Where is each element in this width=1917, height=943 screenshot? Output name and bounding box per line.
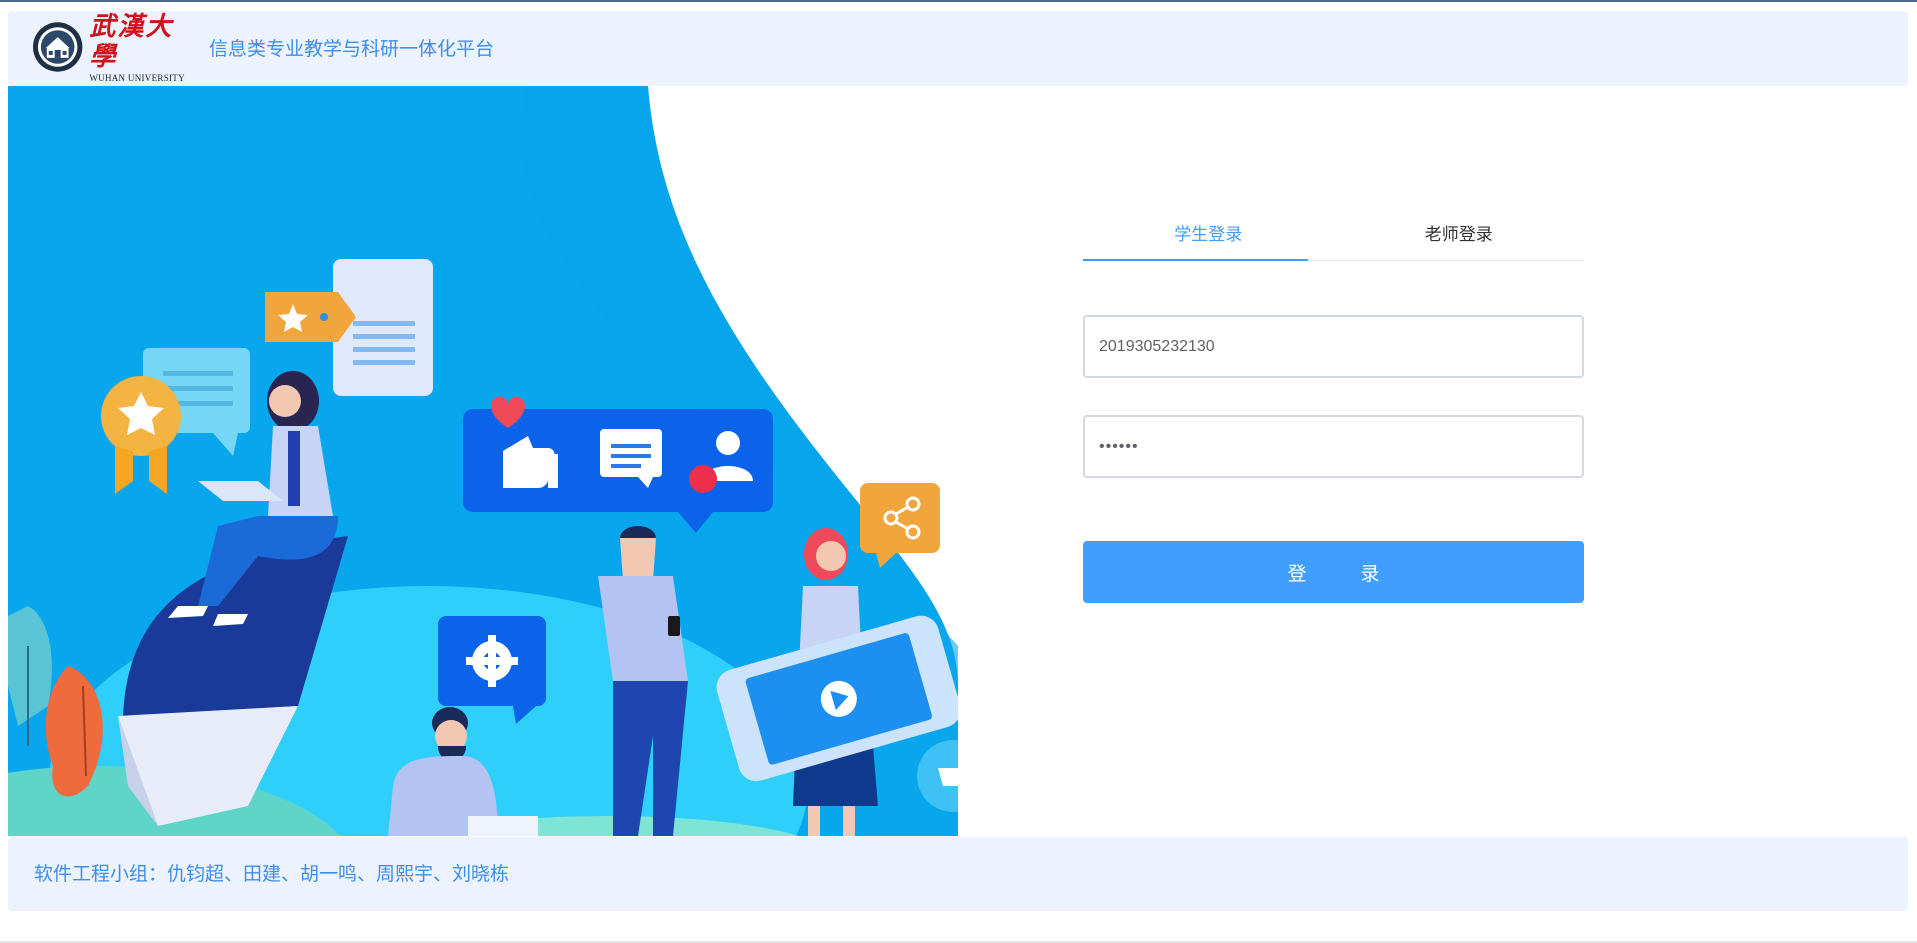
hero-illustration [8, 86, 958, 836]
login-panel: 学生登录 老师登录 登 录 [1083, 210, 1584, 603]
team-credits: 软件工程小组：仇钧超、田建、胡一鸣、周熙宇、刘晓栋 [34, 863, 510, 885]
top-border-line [0, 0, 1917, 2]
header-bar: 武漢大學 WUHAN UNIVERSITY 信息类专业教学与科研一体化平台 [8, 11, 1908, 86]
logo-english-name: WUHAN UNIVERSITY [89, 72, 185, 83]
footer-bar: 软件工程小组：仇钧超、田建、胡一鸣、周熙宇、刘晓栋 [8, 837, 1908, 911]
login-button[interactable]: 登 录 [1083, 541, 1584, 603]
login-tabs: 学生登录 老师登录 [1083, 210, 1584, 261]
active-tab-indicator [1083, 259, 1308, 261]
password-input[interactable] [1083, 415, 1584, 478]
university-logo[interactable]: 武漢大學 WUHAN UNIVERSITY [32, 12, 200, 83]
site-title: 信息类专业教学与科研一体化平台 [209, 38, 495, 60]
logo-chinese-name: 武漢大學 [89, 11, 174, 72]
social-media-illustration [8, 86, 958, 836]
username-input[interactable] [1083, 315, 1584, 378]
tab-student-login[interactable]: 学生登录 [1083, 210, 1334, 260]
university-seal-icon [32, 22, 83, 72]
tab-teacher-login[interactable]: 老师登录 [1334, 210, 1585, 260]
